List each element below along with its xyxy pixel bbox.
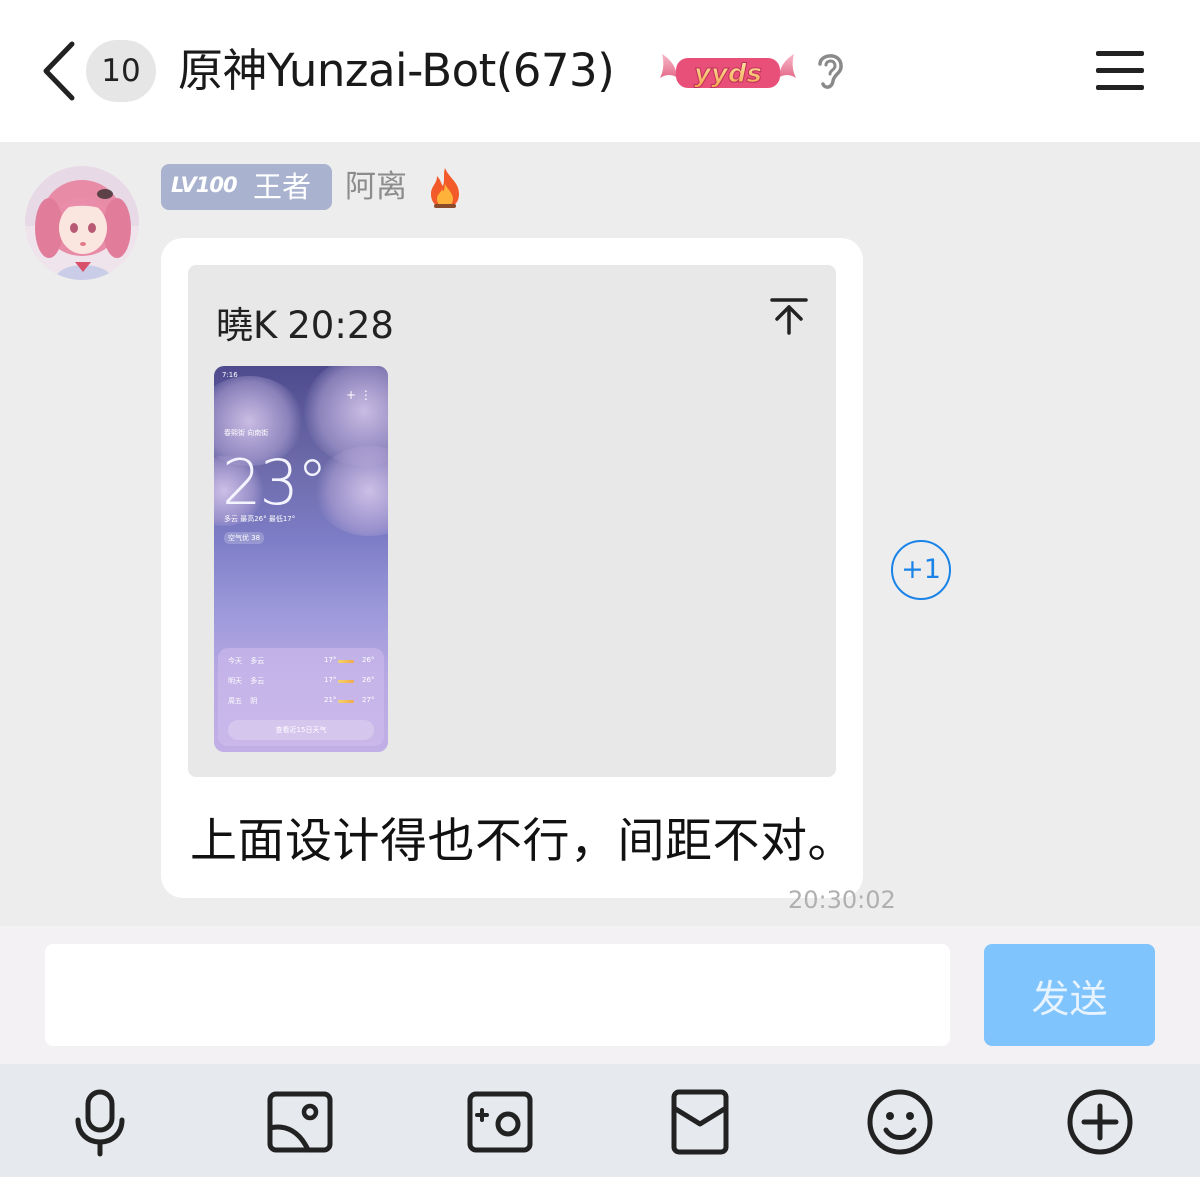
chat-header: 10 原神Yunzai-Bot(673) yyds [0,0,1200,142]
rank-label: 王者 [253,170,312,204]
forecast-temp-bar [338,700,354,703]
quoted-image-thumbnail[interactable]: 7:16 + ⋮ 春熙街 向南街 23° 多云 最高26° 最低17° 空气优 … [214,366,388,752]
forecast-day: 周五 [228,697,242,705]
forecast-low: 17° [324,656,337,664]
message-timestamp: 20:30:02 [788,886,896,914]
fire-icon [431,168,459,208]
input-toolbar [0,1064,1200,1177]
plus-one-button[interactable]: +1 [891,540,951,600]
chat-title[interactable]: 原神Yunzai-Bot(673) [178,40,615,102]
forecast-day: 明天 [228,677,242,685]
message-text: 上面设计得也不行，间距不对。 [190,814,855,869]
forecast-high: 26° [362,676,375,684]
ear-icon[interactable] [808,46,852,94]
forecast-low: 21° [324,696,337,704]
unread-count-badge: 10 [86,40,156,102]
sender-avatar[interactable] [25,166,139,280]
quote-time: 20:28 [287,304,394,347]
quote-header: 曉K 20:28 [216,295,394,349]
sender-name[interactable]: 阿离 [345,168,407,206]
menu-button[interactable] [1092,48,1148,94]
thumb-add-icon: + ⋮ [346,388,372,402]
image-icon[interactable] [264,1086,336,1158]
forecast-temp-bar [338,680,354,683]
microphone-icon[interactable] [64,1086,136,1158]
forecast-low: 17° [324,676,337,684]
quote-author: 曉K [216,304,278,347]
yyds-badge: yyds [660,54,796,90]
message-bubble[interactable]: 曉K 20:28 7:16 + ⋮ 春熙街 向南街 23° 多云 最高26° 最低… [161,238,863,898]
plus-icon[interactable] [1064,1086,1136,1158]
message-input[interactable] [45,944,950,1046]
chevron-left-icon [43,41,75,101]
red-packet-icon[interactable] [664,1086,736,1158]
thumb-condition: 多云 最高26° 最低17° [224,515,296,523]
forecast-cond: 多云 [250,677,265,685]
quoted-message[interactable]: 曉K 20:28 7:16 + ⋮ 春熙街 向南街 23° 多云 最高26° 最低… [188,265,836,777]
svg-text:yyds: yyds [694,59,762,89]
emoji-icon[interactable] [864,1086,936,1158]
forecast-high: 27° [362,696,375,704]
jump-to-original-icon[interactable] [768,295,810,337]
thumb-temperature: 23° [222,446,328,519]
back-button[interactable] [34,36,84,106]
forecast-row: 明天 多云 17° 26° [228,676,378,688]
thumb-forecast-panel: 今天 多云 17° 26° 明天 多云 17° 26° 周五 阴 21° 27°… [218,648,384,746]
forecast-high: 26° [362,656,375,664]
thumb-more-forecast: 查看近15日天气 [228,720,374,740]
avatar-image [25,166,139,280]
level-badge: LV100 王者 [161,164,332,210]
forecast-cond: 多云 [250,657,265,665]
forecast-cond: 阴 [250,697,258,705]
hamburger-icon [1096,51,1144,90]
thumb-air: 空气优 38 [224,532,265,544]
thumb-status-time: 7:16 [222,371,238,379]
forecast-day: 今天 [228,657,242,665]
thumb-location: 春熙街 向南街 [224,429,269,437]
forecast-temp-bar [338,660,354,663]
camera-icon[interactable] [464,1086,536,1158]
forecast-row: 周五 阴 21° 27° [228,696,378,708]
send-button[interactable]: 发送 [984,944,1155,1046]
forecast-row: 今天 多云 17° 26° [228,656,378,668]
level-label: LV100 [171,173,238,197]
composer: 发送 [0,926,1200,1064]
